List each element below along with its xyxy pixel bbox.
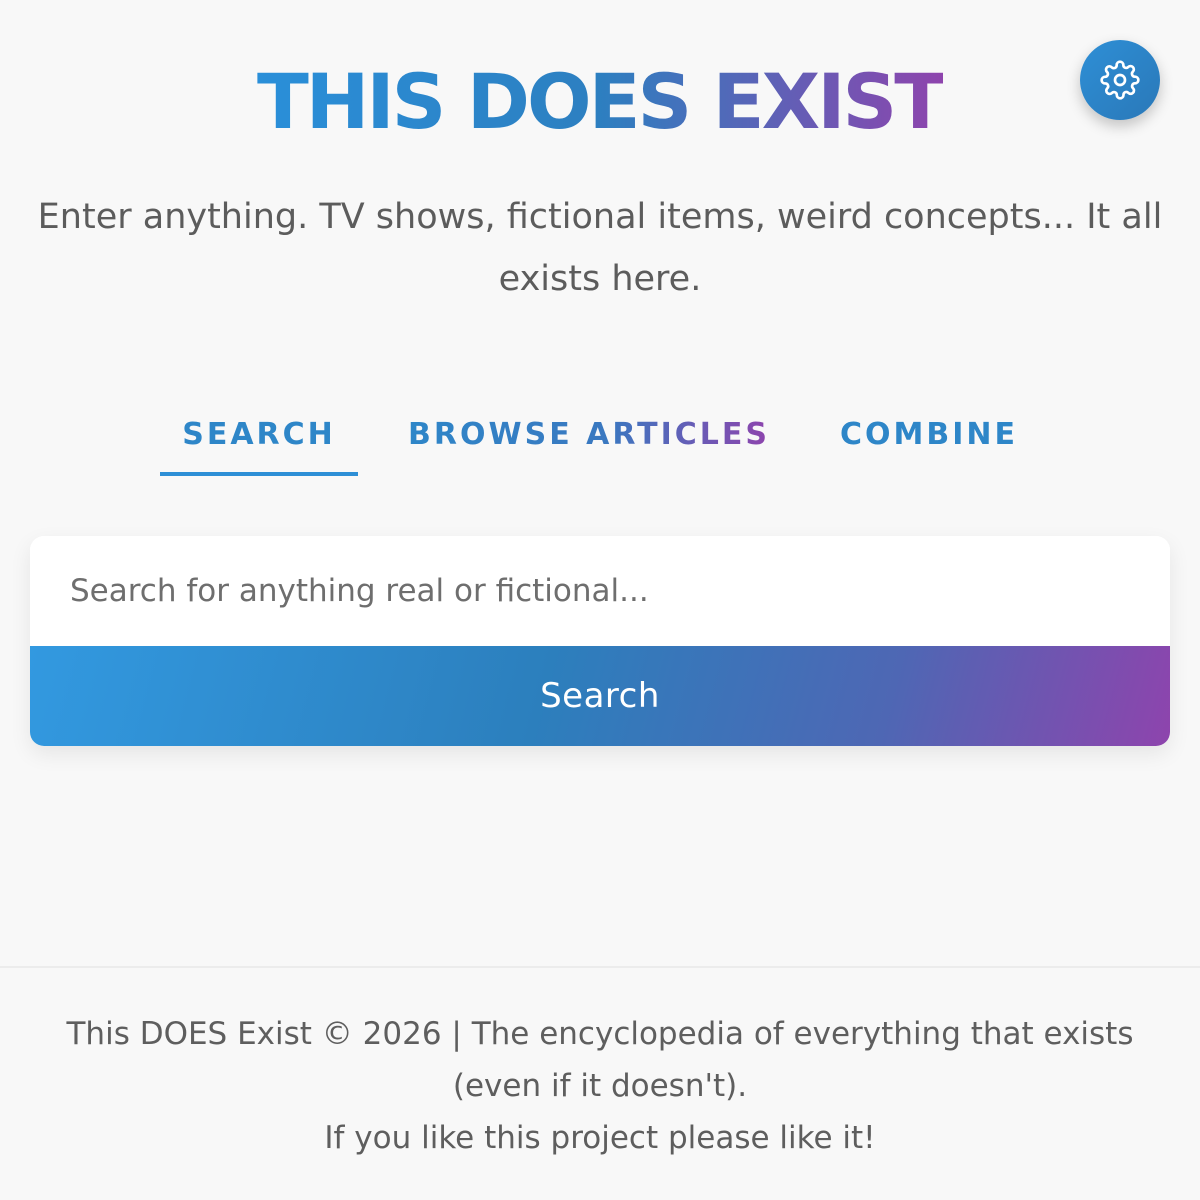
search-card: Search (30, 536, 1170, 746)
search-input[interactable] (30, 536, 1170, 646)
tab-browse-articles-label: BROWSE ARTICLES (408, 416, 770, 452)
tab-combine[interactable]: COMBINE (820, 396, 1038, 472)
tab-search[interactable]: SEARCH (160, 396, 358, 476)
footer-like-text: If you like this project please like it! (324, 1120, 876, 1156)
tab-bar: SEARCH BROWSE ARTICLES COMBINE (0, 396, 1200, 476)
page-title-text: THIS DOES EXIST (256, 57, 946, 146)
footer: This DOES Exist © 2026 | The encyclopedi… (0, 966, 1200, 1200)
page: THIS DOES EXIST Enter anything. TV shows… (0, 0, 1200, 1200)
search-button[interactable]: Search (30, 646, 1170, 746)
footer-copyright: This DOES Exist © 2026 | The encyclopedi… (66, 1016, 1134, 1104)
tab-combine-label: COMBINE (839, 416, 1018, 452)
page-title: THIS DOES EXIST (0, 52, 1200, 152)
page-subtitle: Enter anything. TV shows, fictional item… (37, 197, 1163, 299)
tab-browse-articles[interactable]: BROWSE ARTICLES (400, 396, 778, 472)
tab-search-label: SEARCH (182, 416, 336, 452)
